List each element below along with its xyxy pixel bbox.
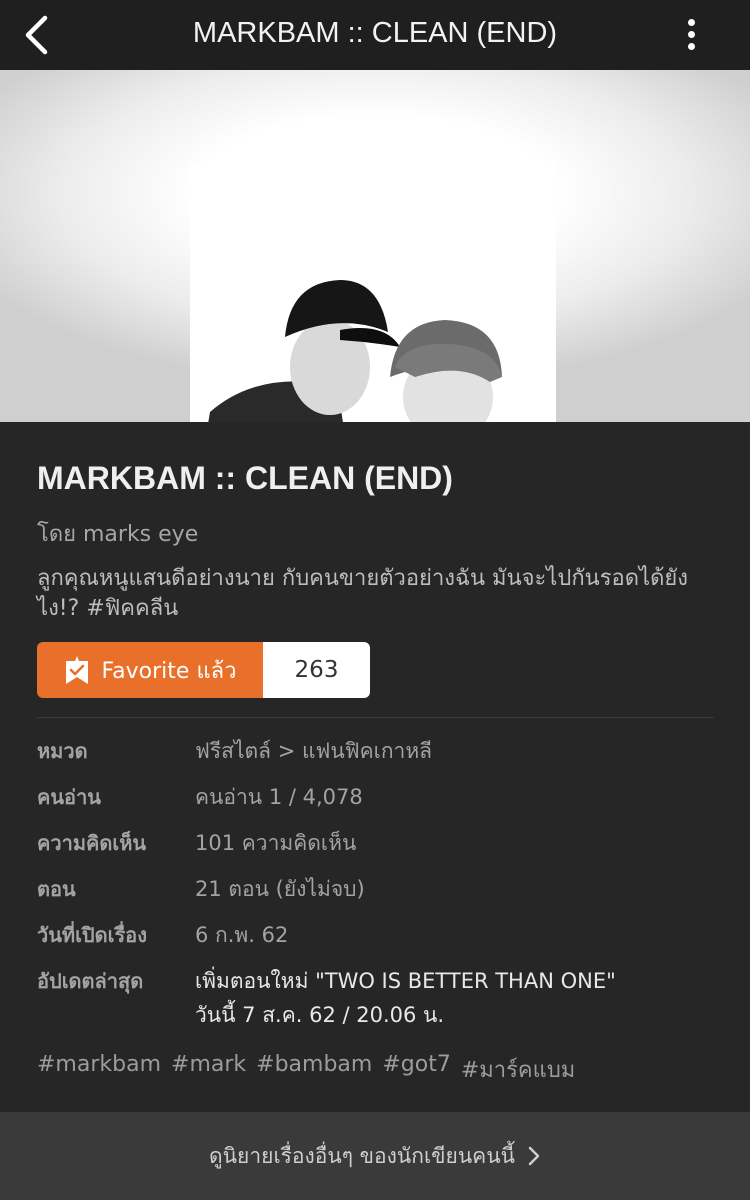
divider [37, 717, 714, 718]
favorite-label: Favorite แล้ว [101, 658, 237, 684]
meta-row-updated: อัปเดตล่าสุด เพิ่มตอนใหม่ "TWO IS BETTER… [37, 964, 717, 1044]
meta-key: ตอน [37, 877, 76, 901]
meta-key: อัปเดตล่าสุด [37, 969, 144, 993]
story-meta: หมวด ฟรีสไตล์ > แฟนฟิคเกาหลี คนอ่าน คนอ่… [37, 734, 717, 1044]
story-info-panel: MARKBAM :: CLEAN (END) โดย marks eye ลูก… [0, 422, 750, 1112]
more-stories-label: ดูนิยายเรื่องอื่นๆ ของนักเขียนคนนี้ [209, 1143, 515, 1168]
comments-link[interactable]: 101 ความคิดเห็น [195, 826, 356, 860]
meta-value: 21 ตอน (ยังไม่จบ) [195, 877, 365, 901]
meta-row-chapters: ตอน 21 ตอน (ยังไม่จบ) [37, 872, 717, 918]
category-link[interactable]: ฟรีสไตล์ > แฟนฟิคเกาหลี [195, 734, 432, 768]
more-options-button[interactable] [676, 12, 706, 56]
story-description: ลูกคุณหนูแสนดีอย่างนาย กับคนขายตัวอย่างฉ… [37, 566, 688, 621]
more-vertical-icon [687, 18, 695, 26]
meta-row-comments: ความคิดเห็น 101 ความคิดเห็น [37, 826, 717, 872]
back-button[interactable] [14, 10, 58, 60]
tag[interactable]: #markbam [37, 1052, 161, 1087]
cover-image[interactable] [190, 162, 556, 422]
chevron-right-icon [528, 1146, 540, 1166]
favorite-group: Favorite แล้ว 263 [37, 642, 370, 698]
favorite-count: 263 [263, 642, 370, 698]
latest-update-time: วันนี้ 7 ส.ค. 62 / 20.06 น. [195, 1003, 445, 1027]
tag[interactable]: #mark [171, 1052, 246, 1087]
bookmark-check-icon [65, 656, 88, 684]
top-bar: MARKBAM :: CLEAN (END) [0, 0, 750, 70]
chevron-left-icon [25, 15, 48, 55]
meta-value: คนอ่าน 1 / 4,078 [195, 785, 363, 809]
story-title: MARKBAM :: CLEAN (END) [37, 460, 453, 496]
tag[interactable]: #bambam [256, 1052, 372, 1087]
meta-value: 6 ก.พ. 62 [195, 923, 289, 947]
more-stories-link[interactable]: ดูนิยายเรื่องอื่นๆ ของนักเขียนคนนี้ [0, 1112, 750, 1200]
meta-key: คนอ่าน [37, 785, 101, 809]
cover-area [0, 70, 750, 422]
tag[interactable]: #มาร์คแบม [461, 1052, 575, 1087]
favorite-button[interactable]: Favorite แล้ว [37, 642, 263, 698]
meta-row-readers: คนอ่าน คนอ่าน 1 / 4,078 [37, 780, 717, 826]
author-link[interactable]: โดย marks eye [37, 516, 198, 551]
latest-update-chapter: เพิ่มตอนใหม่ "TWO IS BETTER THAN ONE" [195, 969, 616, 993]
meta-row-category: หมวด ฟรีสไตล์ > แฟนฟิคเกาหลี [37, 734, 717, 780]
latest-update[interactable]: เพิ่มตอนใหม่ "TWO IS BETTER THAN ONE" วั… [195, 964, 616, 1032]
page-title: MARKBAM :: CLEAN (END) [192, 17, 558, 49]
tag-list: #markbam #mark #bambam #got7 #มาร์คแบม [37, 1052, 575, 1087]
meta-row-opened: วันที่เปิดเรื่อง 6 ก.พ. 62 [37, 918, 717, 964]
meta-key: วันที่เปิดเรื่อง [37, 923, 147, 947]
tag[interactable]: #got7 [382, 1052, 450, 1087]
meta-key: หมวด [37, 739, 88, 763]
meta-key: ความคิดเห็น [37, 831, 147, 855]
